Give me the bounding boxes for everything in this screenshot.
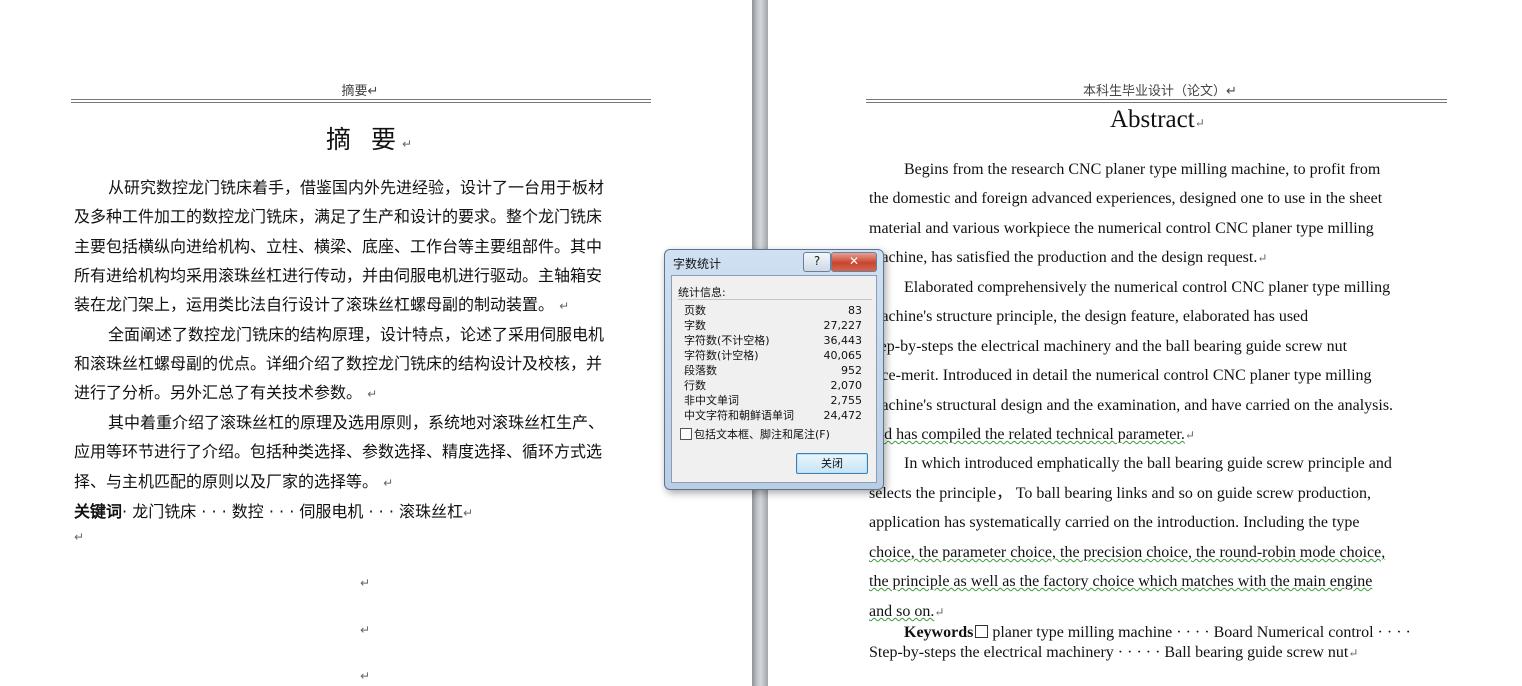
page-header-left: 摘要↵: [341, 84, 379, 99]
close-x-button[interactable]: ✕: [831, 252, 877, 272]
cn-text-line: 全面阐述了数控龙门铣床的结构原理，设计特点，论述了采用伺服电机: [108, 325, 605, 344]
en-text-line: machine's structure principle, the desig…: [869, 308, 1309, 325]
cn-text-line: 进行了分析。另外汇总了有关技术参数。 ↵: [74, 383, 378, 402]
cn-text-line: 其中着重介绍了滚珠丝杠的原理及选用原则，系统地对滚珠丝杠生产、: [108, 413, 605, 432]
cn-text-line: 从研究数控龙门铣床着手，借鉴国内外先进经验，设计了一台用于板材: [108, 178, 605, 197]
document-page-left: 摘要↵ 摘 要↵ 从研究数控龙门铣床着手，借鉴国内外先进经验，设计了一台用于板材…: [0, 0, 752, 686]
include-textbox-footnote-checkbox[interactable]: [680, 428, 692, 440]
header-rule-left: [71, 99, 651, 103]
en-text-line: the principle as well as the factory cho…: [869, 573, 1373, 590]
cn-text-line: 择、与主机匹配的原则以及厂家的选择等。 ↵: [74, 472, 394, 491]
en-text-line: choice, the parameter choice, the precis…: [869, 544, 1386, 561]
en-text-line: selects the principle， To ball bearing l…: [869, 485, 1372, 502]
en-text-line: step-by-steps the electrical machinery a…: [869, 338, 1348, 355]
cn-text-line: 主要包括横纵向进给机构、立柱、横梁、底座、工作台等主要组部件。其中: [74, 237, 603, 256]
stats-heading: 统计信息:: [678, 286, 726, 299]
header-rule-right: [866, 99, 1447, 103]
empty-paragraph: ↵: [360, 623, 371, 637]
keywords-line-en-2: Step-by-steps the electrical machinery ·…: [869, 644, 1359, 661]
stat-row-chars-no-spaces: 字符数(不计空格) 36,443: [684, 334, 862, 347]
close-button[interactable]: 关闭: [796, 453, 868, 474]
en-text-line: Elaborated comprehensively the numerical…: [904, 279, 1391, 296]
stat-row-chars-with-spaces: 字符数(计空格) 40,065: [684, 349, 862, 362]
stat-row-paragraphs: 段落数 952: [684, 364, 862, 377]
cn-text-line: 所有进给机构均采用滚珠丝杠进行传动，并由伺服电机进行驱动。主轴箱安: [74, 266, 603, 285]
keywords-line-cn: 关键词· 龙门铣床 · · · 数控 · · · 伺服电机 · · · 滚珠丝杠…: [74, 502, 474, 521]
en-text-line: the domestic and foreign advanced experi…: [869, 190, 1383, 207]
cn-text-line: 装在龙门架上，运用类比法自行设计了滚珠丝杠螺母副的制动装置。 ↵: [74, 295, 570, 314]
stat-row-pages: 页数 83: [684, 304, 862, 317]
stat-row-lines: 行数 2,070: [684, 379, 862, 392]
stat-row-cn-korean-chars: 中文字符和朝鲜语单词 24,472: [684, 409, 862, 422]
abstract-title-en: Abstract↵: [1110, 106, 1205, 133]
page-header-right: 本科生毕业设计（论文）↵: [1083, 84, 1237, 99]
stat-row-words: 字数 27,227: [684, 319, 862, 332]
en-text-line: In which introduced emphatically the bal…: [904, 455, 1392, 472]
empty-paragraph: ↵: [360, 669, 371, 683]
keywords-line-en: Keywords planer type milling machine · · …: [904, 624, 1411, 641]
empty-paragraph: ↵: [360, 576, 371, 590]
en-text-line: machine, has satisfied the production an…: [869, 249, 1268, 266]
include-textbox-footnote-label[interactable]: 包括文本框、脚注和尾注(F): [694, 426, 830, 442]
dialog-body: 统计信息: 页数 83 字数 27,227 字符数(不计空格) 36,443 字符数(…: [671, 275, 877, 483]
word-count-dialog: 字数统计 ? ✕ 统计信息: 页数 83 字数 27,227 字符数(不计空格) 36…: [664, 249, 884, 490]
abstract-title-cn: 摘 要↵: [326, 125, 419, 154]
en-text-line: and so on.↵: [869, 603, 945, 620]
en-text-line: and has compiled the related technical p…: [869, 426, 1195, 443]
en-text-line: vice-merit. Introduced in detail the num…: [869, 367, 1372, 384]
empty-paragraph: ↵: [74, 530, 85, 544]
cn-text-line: 及多种工件加工的数控龙门铣床，满足了生产和设计的要求。整个龙门铣床: [74, 207, 603, 226]
en-text-line: machine's structural design and the exam…: [869, 397, 1394, 414]
missing-glyph-box: [975, 625, 989, 638]
en-text-line: material and various workpiece the numer…: [869, 220, 1374, 237]
cn-text-line: 和滚珠丝杠螺母副的优点。详细介绍了数控龙门铣床的结构设计及校核，并: [74, 354, 603, 373]
stat-row-non-cn-words: 非中文单词 2,755: [684, 394, 862, 407]
en-text-line: application has systematically carried o…: [869, 514, 1360, 531]
en-text-line: Begins from the research CNC planer type…: [904, 161, 1381, 178]
cn-text-line: 应用等环节进行了介绍。包括种类选择、参数选择、精度选择、循环方式选: [74, 442, 603, 461]
dialog-title: 字数统计: [673, 257, 722, 271]
help-button[interactable]: ?: [803, 252, 831, 272]
